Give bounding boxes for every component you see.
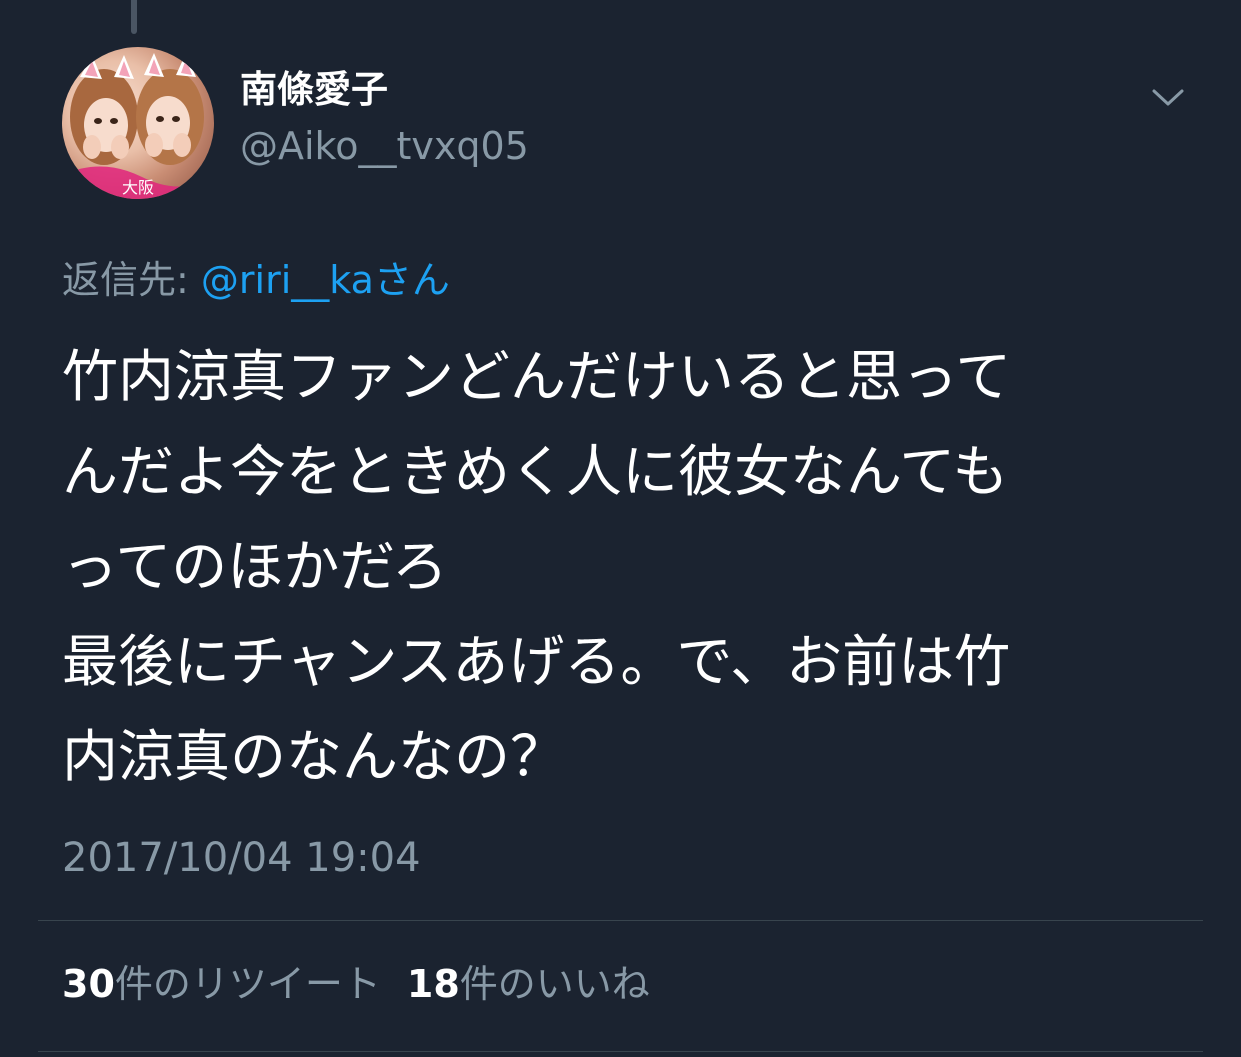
user-handle[interactable]: @Aiko__tvxq05 [240,124,529,170]
tweet-text-line: 最後にチャンスあげる。で、お前は竹 [62,630,1011,695]
avatar[interactable]: 大阪 [62,47,214,199]
tweet-text-line: 竹内涼真ファンどんだけいると思って [62,345,1012,410]
retweets-label: 件のリツイート [114,962,381,1006]
retweets-count: 30 [62,962,115,1006]
reply-mention-link[interactable]: @riri__kaさん [201,258,450,302]
thread-connector-line [131,0,137,34]
display-name[interactable]: 南條愛子 [240,68,388,112]
tweet-text-line: ってのほかだろ [62,535,448,600]
divider [38,1051,1203,1052]
tweet-timestamp[interactable]: 2017/10/04 19:04 [62,834,421,882]
tweet-stats: 30件のリツイート 18件のいいね [62,962,650,1008]
likes-label: 件のいいね [459,962,650,1006]
tweet-text-line: 内涼真のなんなの？ [62,725,566,790]
chevron-down-icon[interactable] [1148,82,1188,112]
reply-context: 返信先: @riri__kaさん [62,258,450,304]
retweets-stat[interactable]: 30件のリツイート [62,962,381,1006]
tweet-text: 竹内涼真ファンどんだけいると思って んだよ今をときめく人に彼女なんても ってのほ… [62,330,1192,805]
reply-prefix: 返信先: [62,258,201,302]
profile-photo-icon: 大阪 [62,53,214,199]
likes-count: 18 [406,962,460,1006]
svg-text:大阪: 大阪 [122,178,154,197]
divider [38,920,1203,921]
likes-stat[interactable]: 18件のいいね [407,962,650,1006]
tweet-text-line: んだよ今をときめく人に彼女なんても [62,440,1009,505]
